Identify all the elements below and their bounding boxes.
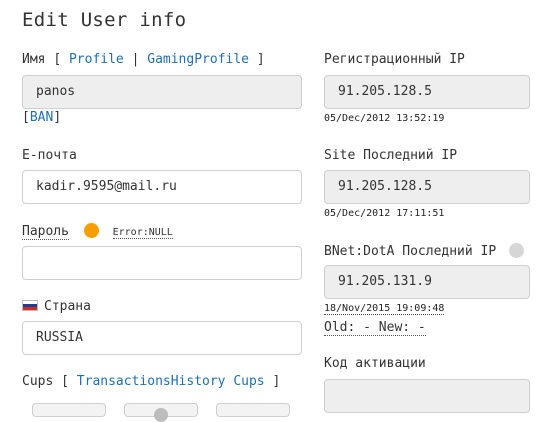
ban-link[interactable]: BAN [30, 110, 53, 125]
password-label-row: Пароль Error:NULL [22, 223, 173, 240]
site-last-ip-label: Site Последний IP [324, 148, 458, 163]
password-field[interactable] [22, 246, 302, 280]
country-label: Страна [44, 299, 91, 314]
country-label-row: Страна [22, 299, 91, 314]
bnet-last-ip-label-row: BNet:DotA Последний IP [324, 243, 525, 259]
ban-row: [BAN] [22, 110, 61, 125]
password-label: Пароль [22, 224, 69, 240]
registration-ip-field[interactable]: 91.205.128.5 [324, 75, 530, 109]
cups-bracket-open: [ [61, 374, 69, 389]
gaming-profile-link[interactable]: GamingProfile [147, 52, 249, 67]
bnet-last-ip-timestamp: 18/Nov/2015 19:09:48 [324, 303, 445, 315]
bracket-open: [ [53, 52, 62, 67]
password-status: Error:NULL [112, 227, 173, 239]
bnet-old-new: Old: - New: - [324, 320, 426, 336]
country-field[interactable]: RUSSIA [22, 321, 302, 355]
registration-ip-timestamp: 05/Dec/2012 13:52:19 [324, 113, 445, 124]
bnet-last-ip-field[interactable]: 91.205.131.9 [324, 265, 530, 299]
status-indicator-icon [509, 243, 525, 258]
activation-code-label: Код активации [324, 356, 426, 371]
name-label: Имя [22, 52, 46, 67]
ban-bracket-open: [ [22, 110, 30, 125]
russia-flag-icon [22, 300, 38, 311]
cups-bracket-close: ] [272, 374, 281, 389]
status-dot-icon [83, 223, 99, 238]
site-last-ip-timestamp: 05/Dec/2012 17:11:51 [324, 208, 445, 219]
bracket-close: ] [256, 52, 265, 67]
separator: | [131, 52, 140, 67]
site-last-ip-field[interactable]: 91.205.128.5 [324, 170, 530, 204]
activation-code-field[interactable] [324, 379, 530, 413]
profile-link[interactable]: Profile [69, 52, 124, 67]
name-field[interactable]: panos [22, 75, 302, 109]
cups-label: Cups [22, 374, 54, 389]
email-label: E-почта [22, 148, 77, 163]
registration-ip-label: Регистрационный IP [324, 52, 465, 67]
bnet-last-ip-label: BNet:DotA Последний IP [324, 244, 497, 259]
email-field[interactable]: kadir.9595@mail.ru [22, 170, 302, 204]
page-title: Edit User info [22, 9, 187, 31]
cup-icon [154, 408, 168, 422]
name-label-row: Имя [ Profile | GamingProfile ] [22, 52, 265, 67]
cups-label-row: Cups [ TransactionsHistory Cups ] [22, 374, 280, 389]
transactions-history-cups-link[interactable]: TransactionsHistory Cups [77, 374, 265, 389]
ban-bracket-close: ] [53, 110, 62, 125]
